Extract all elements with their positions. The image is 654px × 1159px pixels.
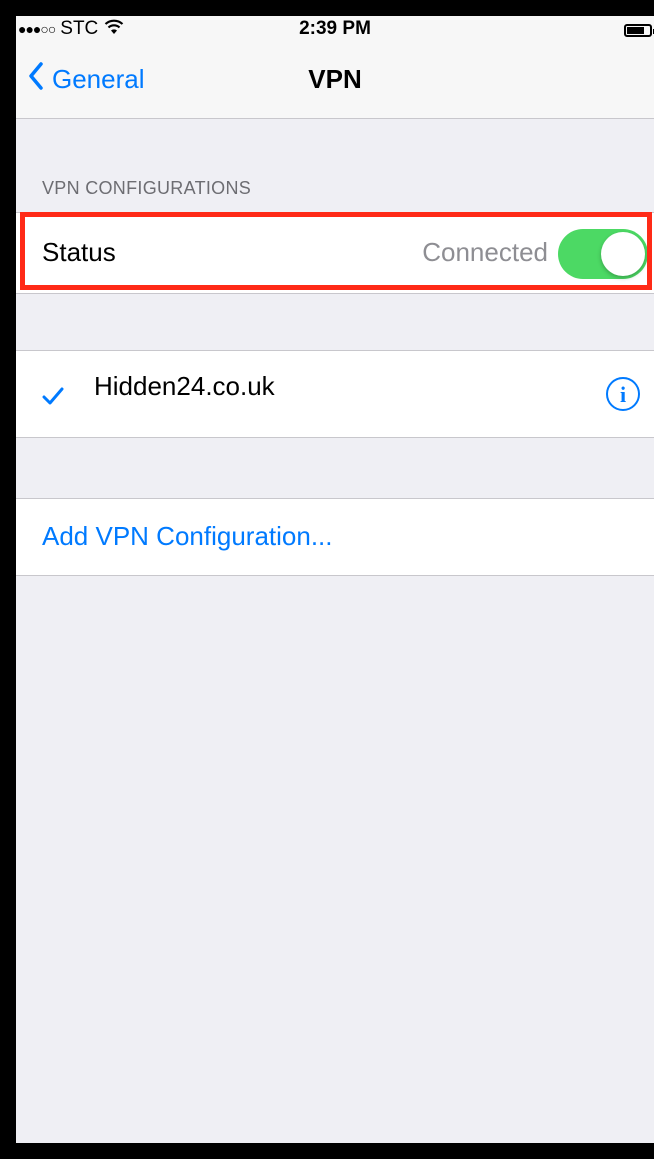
add-vpn-configuration-row[interactable]: Add VPN Configuration... bbox=[16, 498, 654, 576]
vpn-configuration-name: Hidden24.co.uk bbox=[94, 371, 275, 401]
section-header: VPN CONFIGURATIONS bbox=[42, 178, 252, 198]
vpn-configuration-row[interactable]: Hidden24.co.uk i bbox=[16, 350, 654, 438]
checkmark-icon bbox=[42, 387, 64, 410]
battery-level bbox=[627, 27, 644, 34]
vpn-status-toggle[interactable] bbox=[558, 229, 648, 279]
status-row: Status Connected bbox=[16, 212, 654, 294]
page-title: VPN bbox=[308, 64, 362, 94]
add-vpn-configuration-link[interactable]: Add VPN Configuration... bbox=[42, 521, 333, 552]
status-bar: ●●●○○ STC 2:39 PM bbox=[16, 16, 654, 42]
battery-icon bbox=[624, 24, 654, 37]
navigation-bar: General VPN bbox=[16, 42, 654, 119]
status-label: Status bbox=[42, 237, 116, 267]
toggle-knob bbox=[601, 232, 645, 276]
settings-screen: ●●●○○ STC 2:39 PM General VPN VPN CONFIG… bbox=[16, 16, 654, 1143]
status-bar-time: 2:39 PM bbox=[299, 18, 371, 39]
status-value: Connected bbox=[422, 237, 548, 267]
info-icon[interactable]: i bbox=[606, 377, 640, 411]
